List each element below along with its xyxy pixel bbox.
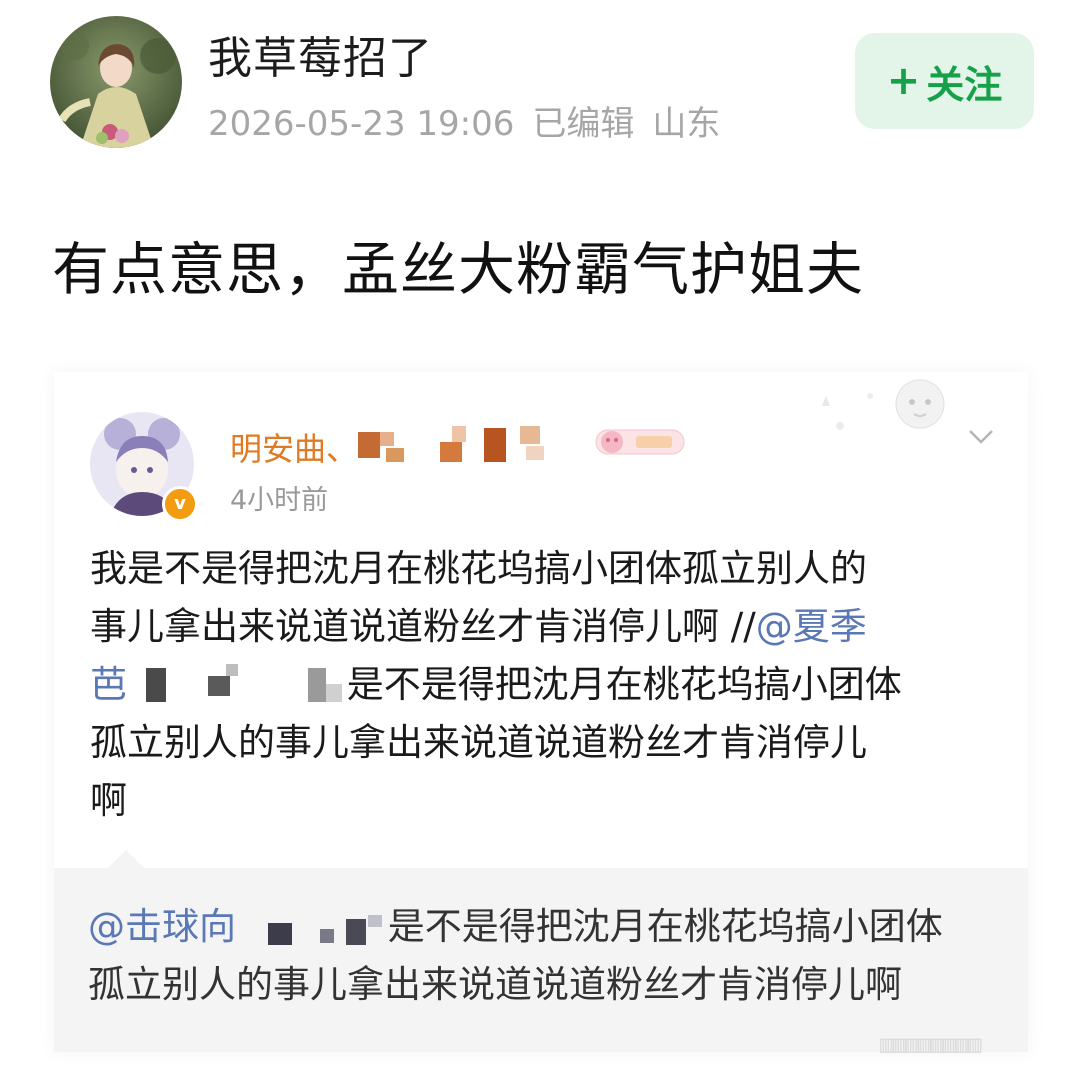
mention-link[interactable]: @夏季 — [756, 605, 867, 648]
quoted-user-name[interactable]: 明安曲、 — [230, 424, 358, 470]
mention-link-cont[interactable]: 芭 — [90, 663, 127, 706]
plus-icon: + — [886, 58, 921, 104]
author-avatar[interactable] — [50, 16, 182, 148]
body-line: 我是不是得把沈月在桃花坞搞小团体孤立别人的 — [90, 547, 867, 590]
body-line: 孤立别人的事儿拿出来说道说道粉丝才肯消停儿 — [90, 721, 867, 764]
follow-label: 关注 — [926, 62, 1003, 107]
reposted-quote-text: @击球向 是不是得把沈月在桃花坞搞小团体 孤立别人的事儿拿出来说道说道粉丝才肯消… — [88, 898, 1008, 1014]
author-name[interactable]: 我草莓招了 — [208, 22, 433, 86]
post-location: 山东 — [652, 104, 721, 144]
quote-line: 孤立别人的事儿拿出来说道说道粉丝才肯消停儿啊 — [88, 963, 902, 1006]
quote-pointer — [108, 850, 144, 868]
fan-badge-icon — [594, 424, 686, 460]
follow-button[interactable]: + 关注 — [855, 33, 1034, 129]
post-timestamp: 2026-05-23 19:06 — [208, 104, 515, 144]
quote-mention[interactable]: @击球向 — [88, 905, 236, 948]
censored-quote-blocks — [248, 909, 388, 949]
body-line: 啊 — [90, 779, 127, 822]
edited-label: 已编辑 — [532, 104, 635, 144]
decorative-sticker-icon — [810, 376, 960, 446]
post-meta: 2026-05-23 19:06 已编辑 山东 — [208, 96, 738, 145]
quote-line: @击球向 是不是得把沈月在桃花坞搞小团体 — [88, 905, 943, 949]
quoted-post-time: 4小时前 — [230, 485, 329, 516]
verified-badge-icon: v — [162, 486, 198, 522]
body-line: 芭 是不是得把沈月在桃花坞搞小团体 — [90, 663, 902, 706]
reposted-quote[interactable]: @击球向 是不是得把沈月在桃花坞搞小团体 孤立别人的事儿拿出来说道说道粉丝才肯消… — [54, 850, 1028, 1052]
body-line: 事儿拿出来说道说道粉丝才肯消停儿啊 //@夏季 — [90, 605, 867, 648]
quoted-post-body: 我是不是得把沈月在桃花坞搞小团体孤立别人的 事儿拿出来说道说道粉丝才肯消停儿啊 … — [90, 540, 990, 830]
embedded-screenshot: v 明安曲、 4小时前 我是不是得把沈月在桃花坞搞小团体孤立别人的 事儿拿出来说… — [54, 372, 1028, 1052]
watermark-icon: ▥▥▥▥▥▥▥▥ — [880, 1030, 982, 1058]
chevron-down-icon[interactable] — [966, 422, 996, 452]
post-text: 有点意思，孟丝大粉霸气护姐夫 — [52, 237, 864, 303]
